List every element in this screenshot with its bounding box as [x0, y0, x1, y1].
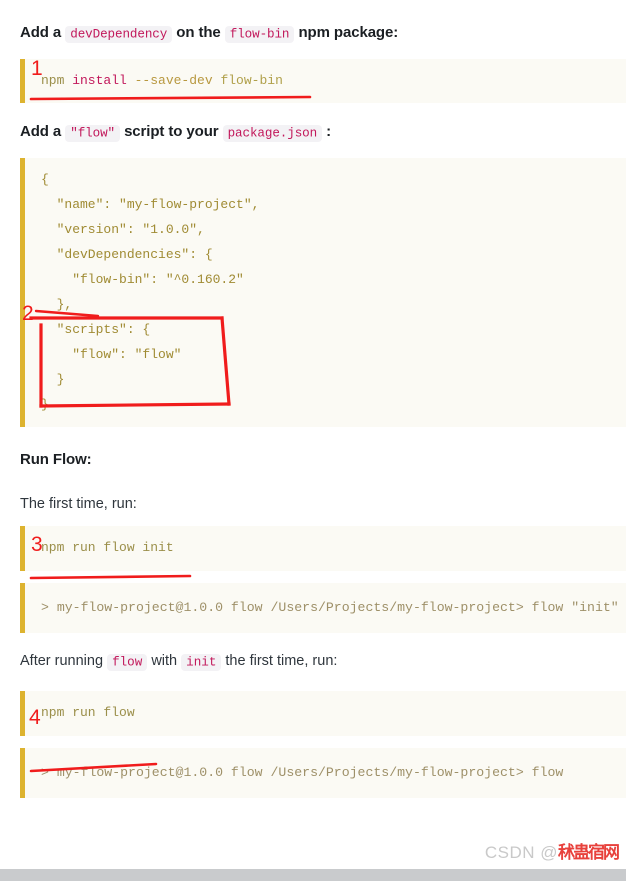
code-block-npm-run-flow-init[interactable]: npm run flow init: [20, 525, 626, 571]
after-suffix: the first time, run:: [221, 653, 338, 670]
code-line: "flow-bin": "^0.160.2": [41, 271, 244, 287]
article-page: Add a devDependency on the flow-bin npm …: [0, 0, 626, 881]
code-line: npm run flow: [41, 704, 135, 720]
code-block-npm-install[interactable]: npm install --save-dev flow-bin: [20, 58, 626, 104]
top-spacer: [0, 0, 626, 22]
heading2-prefix: Add a: [20, 123, 66, 141]
code-line: },: [41, 296, 73, 312]
terminal-line: > my-flow-project@1.0.0 flow /Users/Proj…: [41, 599, 516, 615]
after-middle: with: [147, 653, 182, 670]
inline-code-init: init: [181, 653, 222, 671]
code-line: "flow": "flow": [41, 346, 182, 362]
csdn-watermark: CSDN @秫蛊宿网: [484, 838, 620, 863]
token-flag: --save-dev: [126, 72, 213, 88]
heading-run-flow: Run Flow:: [20, 451, 92, 469]
code-line: "name": "my-flow-project",: [41, 196, 260, 212]
text-after-running: After running flow with init the first t…: [0, 651, 626, 673]
code-line: "devDependencies": {: [41, 246, 213, 262]
heading2-suffix: :: [322, 123, 332, 141]
code-install-wrapper: npm install --save-dev flow-bin: [0, 58, 626, 104]
heading1-suffix: npm package:: [294, 24, 399, 41]
bottom-bar: [0, 869, 626, 881]
inline-code-devdependency: devDependency: [65, 25, 173, 43]
code-line: "scripts": {: [41, 321, 151, 337]
inline-code-package-json: package.json: [222, 124, 323, 142]
token-command: npm: [41, 72, 65, 88]
token-argument: flow-bin: [212, 72, 283, 88]
code-line: }: [41, 396, 49, 412]
code-block-package-json[interactable]: { "name": "my-flow-project", "version": …: [20, 157, 626, 428]
code-line: npm install --save-dev flow-bin: [41, 69, 626, 94]
heading-add-flow-script: Add a "flow" script to your package.json…: [0, 121, 626, 144]
inline-code-flow-quoted: "flow": [65, 124, 120, 142]
text-first-time-run: The first time, run:: [20, 495, 137, 512]
code-line: {: [41, 171, 49, 187]
token-subcommand: install: [64, 72, 127, 88]
heading-add-devdependency: Add a devDependency on the flow-bin npm …: [0, 22, 626, 45]
watermark-prefix: CSDN @: [484, 843, 558, 862]
code-line: "version": "1.0.0",: [41, 221, 205, 237]
terminal-output-flow: > my-flow-project@1.0.0 flow /Users/Proj…: [20, 747, 626, 799]
inline-code-flow: flow: [107, 653, 148, 671]
code-line: npm run flow init: [41, 539, 174, 555]
terminal-line: > flow "init": [515, 599, 619, 615]
heading1-prefix: Add a: [20, 24, 66, 41]
heading2-middle: script to your: [120, 123, 223, 141]
inline-code-flow-bin: flow-bin: [224, 25, 295, 43]
code-block-npm-run-flow[interactable]: npm run flow: [20, 690, 626, 736]
heading1-middle: on the: [172, 24, 225, 41]
code-line: }: [41, 371, 65, 387]
terminal-output-init: > my-flow-project@1.0.0 flow /Users/Proj…: [20, 582, 626, 634]
terminal-line: > my-flow-project@1.0.0 flow /Users/Proj…: [41, 764, 516, 780]
watermark-handle: 秫蛊宿网: [558, 843, 620, 862]
terminal-line: > flow: [515, 764, 564, 780]
after-prefix: After running: [20, 653, 108, 670]
